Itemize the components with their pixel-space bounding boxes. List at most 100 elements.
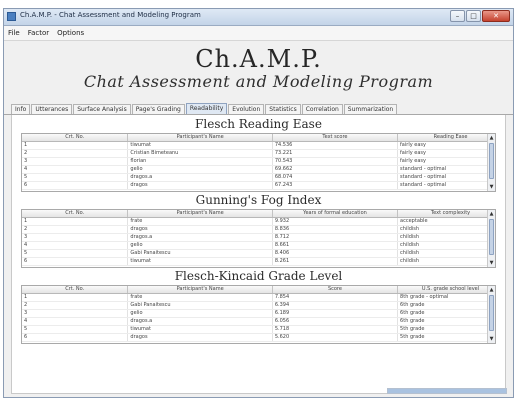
menu-file[interactable]: File — [8, 29, 20, 37]
tab-readability[interactable]: Readability — [185, 103, 228, 114]
table-row[interactable]: 4 gelio 8.661 childish — [22, 241, 495, 250]
vertical-scrollbar[interactable]: ▲ ▼ — [487, 134, 495, 191]
table-cell: dragos — [127, 225, 273, 234]
column-header[interactable]: Reading Ease — [397, 134, 495, 142]
status-bar — [4, 386, 513, 397]
scroll-up-icon[interactable]: ▲ — [488, 210, 495, 218]
table-cell: 6 — [22, 333, 129, 342]
table-cell: 70.543 — [272, 157, 399, 166]
vertical-scrollbar[interactable]: ▲ ▼ — [487, 210, 495, 267]
scroll-thumb[interactable] — [489, 143, 494, 179]
menu-factor[interactable]: Factor — [28, 29, 49, 37]
table-cell: childish — [397, 257, 495, 266]
scroll-down-icon[interactable]: ▼ — [488, 183, 495, 191]
table-row[interactable]: 3 florian 70.543 fairly easy — [22, 157, 495, 166]
scroll-down-icon[interactable]: ▼ — [488, 335, 495, 343]
table-cell: 8.712 — [272, 233, 399, 242]
table-cell: 1 — [22, 217, 129, 226]
table-cell: 3 — [22, 233, 129, 242]
column-header[interactable]: Participant's Name — [127, 210, 273, 218]
table-row[interactable]: 6 dragos 67.243 standard - optimal — [22, 181, 495, 190]
app-subtitle: Chat Assessment and Modeling Program — [83, 72, 434, 91]
table-cell: dragos.a — [127, 317, 273, 326]
column-header[interactable]: Text score — [272, 134, 399, 142]
table-cell: 2 — [22, 301, 129, 310]
column-header[interactable]: Participant's Name — [127, 134, 273, 142]
table-header-row: Crt. No. Participant's Name Score U.S. grad… — [22, 286, 495, 294]
table-cell: dragos.a — [127, 173, 273, 182]
tab-page-s-grading[interactable]: Page's Grading — [131, 104, 185, 114]
column-header[interactable]: Crt. No. — [22, 210, 129, 218]
table-row[interactable]: 4 gelio 69.662 standard - optimal — [22, 165, 495, 174]
table-cell: acceptable — [397, 217, 495, 226]
table-cell: 8.836 — [272, 225, 399, 234]
table-row[interactable]: 3 gelio 6.189 6th grade — [22, 309, 495, 318]
tab-evolution[interactable]: Evolution — [228, 104, 265, 114]
maximize-button[interactable]: □ — [466, 10, 481, 22]
table-flesch-kincaid-grade-level[interactable]: Crt. No. Participant's Name Score U.S. grad… — [21, 285, 496, 344]
table-cell: gelio — [127, 241, 273, 250]
table-cell: 4 — [22, 165, 129, 174]
close-button[interactable]: ✕ — [482, 10, 510, 22]
table-cell: fairly easy — [397, 149, 495, 158]
table-row[interactable]: 5 dragos.a 68.074 standard - optimal — [22, 173, 495, 182]
scroll-thumb[interactable] — [489, 295, 494, 331]
scroll-up-icon[interactable]: ▲ — [488, 286, 495, 294]
column-header[interactable]: Participant's Name — [127, 286, 273, 294]
column-header[interactable]: Crt. No. — [22, 134, 129, 142]
title-bar[interactable]: Ch.A.M.P. - Chat Assessment and Modeling… — [4, 9, 513, 26]
vertical-scrollbar[interactable]: ▲ ▼ — [487, 286, 495, 343]
table-row[interactable]: 6 tiwumat 8.261 childish — [22, 257, 495, 266]
table-row[interactable]: 2 Gabi Panaitescu 6.394 6th grade — [22, 301, 495, 310]
table-cell: 74.536 — [272, 141, 399, 150]
table-cell: 6 — [22, 257, 129, 266]
readability-panel: Flesch Reading Ease Crt. No. Participant's… — [11, 115, 506, 394]
column-header[interactable]: Text complexity — [397, 210, 495, 218]
scroll-up-icon[interactable]: ▲ — [488, 134, 495, 142]
tab-summarization[interactable]: Summarization — [343, 104, 398, 114]
table-row[interactable]: 6 dragos 5.620 5th grade — [22, 333, 495, 342]
table-cell: dragos.a — [127, 233, 273, 242]
table-cell: 1 — [22, 293, 129, 302]
tab-info[interactable]: Info — [11, 104, 31, 114]
tab-surface-analysis[interactable]: Surface Analysis — [73, 104, 131, 114]
progress-fill — [388, 389, 506, 393]
table-row[interactable]: 1 tiwumat 74.536 fairly easy — [22, 141, 495, 150]
minimize-button[interactable]: – — [450, 10, 465, 22]
table-cell: 3 — [22, 157, 129, 166]
table-row[interactable]: 1 frate 7.854 8th grade - optimal — [22, 293, 495, 302]
table-cell: tiwumat — [127, 257, 273, 266]
table-cell: 3 — [22, 309, 129, 318]
tab-utterances[interactable]: Utterances — [31, 104, 73, 114]
section-title-flesch-kincaid-grade-level: Flesch-Kincaid Grade Level — [174, 269, 343, 283]
column-header[interactable]: Years of formal education — [272, 210, 399, 218]
table-flesch-reading-ease[interactable]: Crt. No. Participant's Name Text score Read… — [21, 133, 496, 192]
table-row[interactable]: 3 dragos.a 8.712 childish — [22, 233, 495, 242]
scroll-thumb[interactable] — [489, 219, 494, 255]
table-row[interactable]: 2 Cristian Bimeteanu 73.221 fairly easy — [22, 149, 495, 158]
table-cell: 2 — [22, 225, 129, 234]
table-row[interactable]: 2 dragos 8.836 childish — [22, 225, 495, 234]
table-cell: standard - optimal — [397, 173, 495, 182]
column-header[interactable]: Crt. No. — [22, 286, 129, 294]
table-gunning-s-fog-index[interactable]: Crt. No. Participant's Name Years of forma… — [21, 209, 496, 268]
tab-statistics[interactable]: Statistics — [265, 104, 301, 114]
table-row[interactable]: 5 tiwumat 5.718 5th grade — [22, 325, 495, 334]
table-cell: childish — [397, 249, 495, 258]
scroll-down-icon[interactable]: ▼ — [488, 259, 495, 267]
table-cell: dragos — [127, 333, 273, 342]
tab-correlation[interactable]: Correlation — [301, 104, 343, 114]
column-header[interactable]: Score — [272, 286, 399, 294]
table-row[interactable]: 4 dragos.a 6.056 6th grade — [22, 317, 495, 326]
table-cell: 4 — [22, 317, 129, 326]
table-row[interactable]: 1 frate 9.932 acceptable — [22, 217, 495, 226]
section-title-gunning-s-fog-index: Gunning's Fog Index — [195, 193, 322, 207]
table-cell: 6th grade — [397, 309, 495, 318]
column-header[interactable]: U.S. grade school level — [397, 286, 495, 294]
table-header-row: Crt. No. Participant's Name Text score Read… — [22, 134, 495, 142]
table-cell: childish — [397, 241, 495, 250]
table-cell: Gabi Panaitescu — [127, 301, 273, 310]
table-row[interactable]: 5 Gabi Panaitescu 8.406 childish — [22, 249, 495, 258]
table-cell: 7.854 — [272, 293, 399, 302]
menu-options[interactable]: Options — [57, 29, 84, 37]
